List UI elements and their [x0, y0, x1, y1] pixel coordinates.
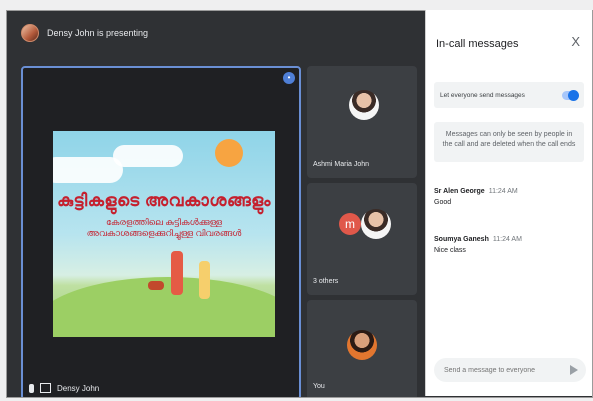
message-input[interactable] [442, 365, 556, 375]
participant-initial-avatar: m [339, 213, 361, 235]
participant-tile[interactable]: m 3 others [307, 183, 417, 295]
send-icon[interactable] [570, 365, 578, 375]
in-call-messages-panel: In-call messages X Let everyone send mes… [425, 10, 592, 396]
present-screen-icon [40, 383, 51, 393]
hill-illustration [53, 277, 275, 337]
child-illustration [171, 251, 183, 295]
dog-illustration [148, 281, 164, 290]
panel-title: In-call messages [436, 38, 519, 50]
message-sender: Sr Alen George [434, 188, 485, 195]
close-icon[interactable]: X [571, 34, 580, 49]
presenter-avatar [21, 24, 39, 42]
child-illustration [199, 261, 210, 299]
participant-name: Ashmi Maria John [313, 161, 370, 168]
participant-tile[interactable]: Ashmi Maria John [307, 66, 417, 178]
participant-name: 3 others [313, 278, 339, 285]
audio-level-icon: • [283, 72, 295, 84]
participant-avatar [349, 90, 379, 120]
slide-title: കുട്ടികളുടെ അവകാശങ്ങളും [57, 191, 271, 210]
chat-message: Sr Alen George 11:24 AM Good [434, 188, 584, 206]
message-time: 11:24 AM [488, 188, 518, 195]
mic-icon [29, 383, 34, 393]
presenting-text: Densy John is presenting [47, 28, 149, 38]
presenter-name: Densy John [57, 383, 100, 393]
message-text: Nice class [434, 247, 466, 254]
chat-message: Soumya Ganesh 11:24 AM Nice class [434, 236, 584, 254]
sun-icon [215, 139, 243, 167]
toggle-label: Let everyone send messages [440, 91, 525, 99]
message-text: Good [434, 199, 452, 206]
slide-subtitle: കേരളത്തിലെ കുട്ടികൾക്കുള്ള അവകാശങ്ങളെക്ക… [86, 217, 242, 238]
message-sender: Soumya Ganesh [434, 236, 489, 243]
cloud-icon [53, 157, 123, 183]
participant-avatar [347, 330, 377, 360]
let-everyone-send-row: Let everyone send messages [434, 82, 584, 108]
message-time: 11:24 AM [492, 236, 522, 243]
participant-name: You [313, 383, 325, 390]
send-messages-toggle[interactable] [562, 89, 579, 101]
message-compose [434, 358, 586, 382]
presenting-banner: Densy John is presenting [7, 11, 441, 55]
participant-tile[interactable]: You [307, 300, 417, 397]
tile-footer: Densy John [29, 383, 99, 393]
presentation-tile[interactable]: • കുട്ടികളുടെ അവകാശങ്ങളും കേരളത്തിലെ കുട… [21, 66, 301, 397]
cloud-icon [113, 145, 183, 167]
toggle-knob [568, 89, 579, 101]
presentation-slide: കുട്ടികളുടെ അവകാശങ്ങളും കേരളത്തിലെ കുട്ട… [53, 131, 275, 337]
participant-avatar [361, 209, 391, 239]
privacy-note: Messages can only be seen by people in t… [434, 122, 584, 162]
